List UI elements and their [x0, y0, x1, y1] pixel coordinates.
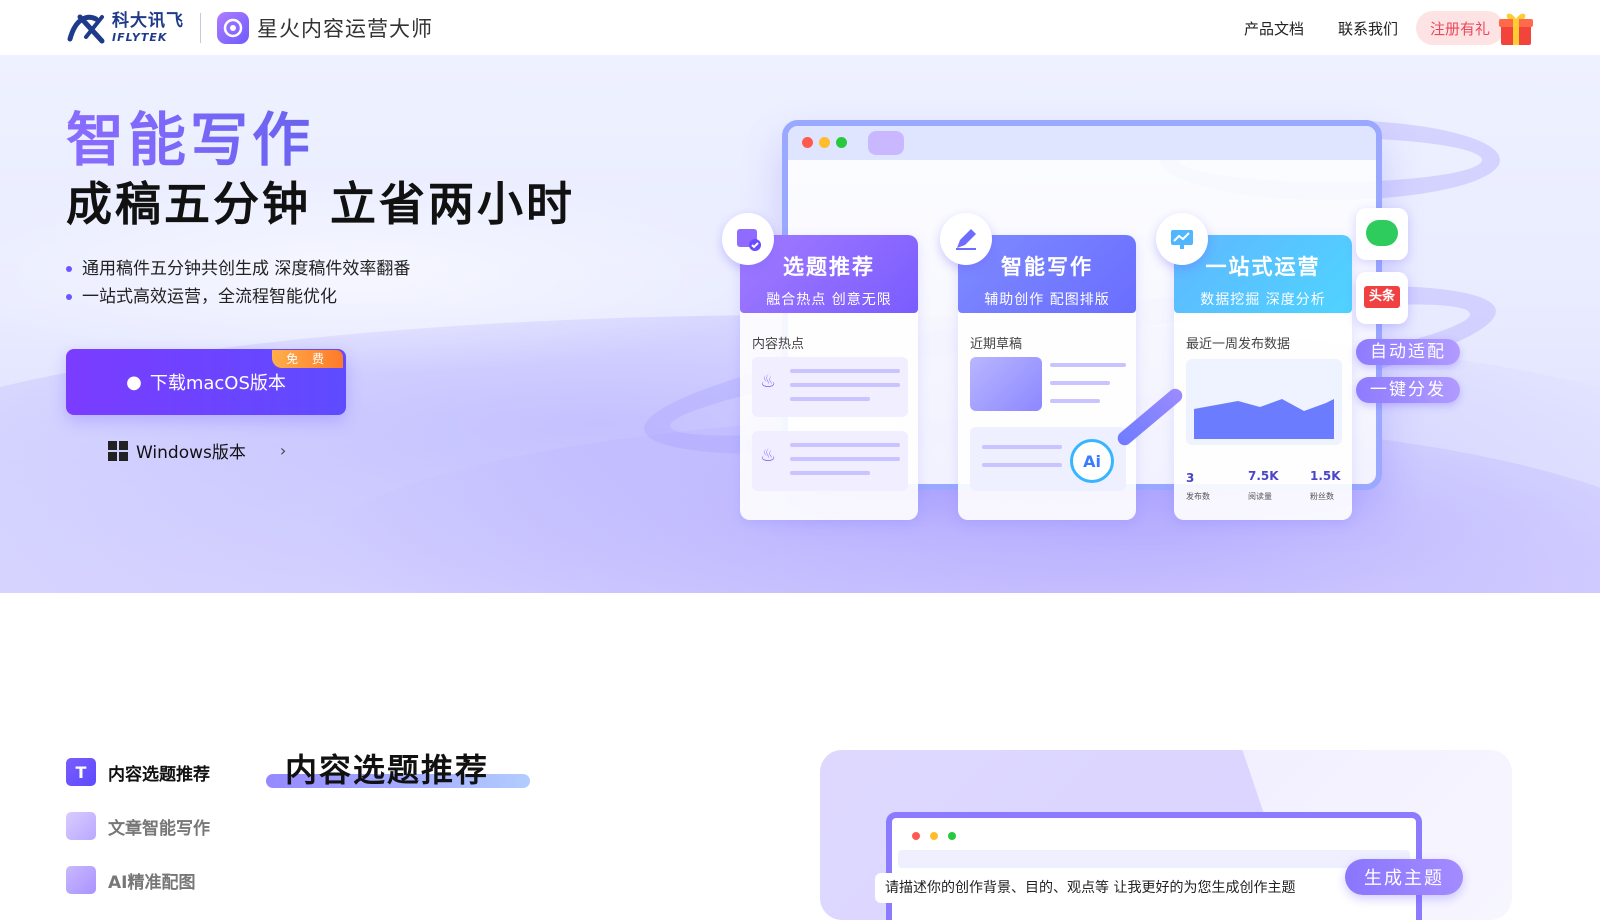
stat-value: 7.5K [1248, 469, 1279, 483]
download-macos-label: 下载macOS版本 [149, 373, 286, 394]
placeholder-line [982, 463, 1062, 467]
auto-adapt-chip: 自动适配 [1356, 339, 1460, 365]
card-desc: 辅助创作 配图排版 [984, 292, 1110, 308]
stat-value: 3 [1186, 471, 1195, 485]
image-placeholder-icon [970, 357, 1042, 411]
generate-topic-button[interactable]: 生成主题 [1345, 859, 1463, 895]
close-dot-icon [802, 137, 813, 148]
hero-illustration: 选题推荐 融合热点 创意无限 内容热点 ♨ ♨ 智能写作 辅助创作 配图排版 近… [635, 100, 1540, 540]
hero-subtitle: 成稿五分钟 立省两小时 [66, 177, 576, 231]
section-title: 内容选题推荐 [285, 751, 490, 789]
flame-icon: ♨ [760, 445, 777, 466]
one-click-publish-chip: 一键分发 [1356, 377, 1460, 403]
brand-name-cn: 科大讯飞 [112, 11, 184, 31]
brand-name-en: IFLYTEK [112, 31, 168, 44]
placeholder-line [790, 369, 900, 373]
nav-link-docs[interactable]: 产品文档 [1244, 18, 1304, 39]
placeholder-line [1050, 381, 1110, 385]
placeholder-line [982, 445, 1062, 449]
hero-banner: 智能写作 成稿五分钟 立省两小时 通用稿件五分钟共创生成 深度稿件效率翻番 一站… [0, 55, 1600, 593]
download-macos-button[interactable]: ● 下载macOS版本 免 费 [66, 349, 346, 415]
hero-bullet: 一站式高效运营，全流程智能优化 [66, 283, 410, 311]
nav-link-contact[interactable]: 联系我们 [1338, 18, 1398, 39]
placeholder-line [790, 471, 870, 475]
top-header: 科大讯飞 IFLYTEK 星火内容运营大师 产品文档 联系我们 注册有礼 [0, 0, 1600, 55]
free-badge: 免 费 [272, 350, 343, 368]
minimize-dot-icon [819, 137, 830, 148]
feature-tab-label: 内容选题推荐 [108, 764, 210, 785]
feature-tab-label: 文章智能写作 [108, 818, 210, 839]
placeholder-line [790, 457, 900, 461]
stat-label: 阅读量 [1248, 492, 1272, 501]
toutiao-label: 头条 [1364, 286, 1400, 308]
download-windows-link[interactable]: Windows版本 › [108, 438, 286, 463]
flame-icon: ♨ [760, 371, 777, 392]
placeholder-line [1050, 399, 1100, 403]
feature-tab-topics[interactable]: T 内容选题推荐 [66, 745, 210, 799]
hero-title: 智能写作 [66, 93, 314, 177]
apple-icon: ● [126, 371, 142, 393]
writing-icon [66, 812, 96, 840]
analytics-badge-icon [1156, 213, 1208, 265]
topic-prompt-input[interactable]: 请描述你的创作背景、目的、观点等 让我更好的为您生成创作主题 [875, 873, 1345, 903]
brand-text: 科大讯飞 IFLYTEK [112, 11, 184, 44]
chat-bubble-icon [223, 18, 243, 38]
hero-bullet: 通用稿件五分钟共创生成 深度稿件效率翻番 [66, 255, 410, 283]
card-label: 最近一周发布数据 [1186, 337, 1291, 352]
hero-bullet-list: 通用稿件五分钟共创生成 深度稿件效率翻番 一站式高效运营，全流程智能优化 [66, 255, 410, 311]
card-desc: 融合热点 创意无限 [766, 292, 892, 308]
demo-window-bar [898, 850, 1410, 868]
logo-divider [200, 13, 201, 43]
feature-tab-images[interactable]: AI精准配图 [66, 853, 210, 907]
feature-tab-writing[interactable]: 文章智能写作 [66, 799, 210, 853]
register-button[interactable]: 注册有礼 [1415, 11, 1504, 45]
placeholder-line [790, 383, 900, 387]
product-name: 星火内容运营大师 [257, 17, 433, 41]
chevron-right-icon: › [279, 441, 287, 460]
stat-label: 粉丝数 [1310, 492, 1334, 501]
product-logo-icon [217, 12, 249, 44]
stat-label: 发布数 [1186, 492, 1210, 501]
top-nav: 产品文档 联系我们 注册有礼 [1210, 10, 1504, 46]
topic-t-icon: T [66, 758, 96, 786]
home-icon [868, 131, 904, 155]
logo-area[interactable]: 科大讯飞 IFLYTEK 星火内容运营大师 [66, 10, 433, 46]
wechat-icon [1356, 208, 1408, 260]
feature-card-operations: 一站式运营 数据挖掘 深度分析 最近一周发布数据 3 7.5K 1.5K 发布数… [1156, 213, 1352, 520]
image-icon [66, 866, 96, 894]
demo-window [886, 812, 1422, 920]
area-chart-icon [1186, 359, 1342, 445]
stat-value: 1.5K [1310, 469, 1341, 483]
iflytek-logo-icon [67, 14, 105, 44]
gift-icon[interactable] [1496, 8, 1536, 48]
pen-badge-icon [940, 213, 992, 265]
feature-card-topics: 选题推荐 融合热点 创意无限 内容热点 ♨ ♨ [722, 213, 918, 520]
feature-card-writing: 智能写作 辅助创作 配图排版 近期草稿 Ai [940, 213, 1136, 520]
download-windows-label: Windows版本 [136, 443, 246, 463]
placeholder-line [1050, 363, 1126, 367]
maximize-dot-icon [836, 137, 847, 148]
card-label: 内容热点 [752, 337, 805, 352]
toutiao-icon: 头条 [1356, 272, 1408, 324]
placeholder-line [790, 443, 900, 447]
card-desc: 数据挖掘 深度分析 [1200, 292, 1326, 308]
window-titlebar [788, 126, 1376, 160]
feature-tab-list: T 内容选题推荐 文章智能写作 AI精准配图 [66, 745, 210, 907]
card-label: 近期草稿 [970, 337, 1023, 352]
windows-icon [108, 440, 128, 461]
ai-badge-icon: Ai [1070, 439, 1114, 483]
minimize-dot-icon [930, 832, 938, 840]
feature-tab-label: AI精准配图 [108, 872, 196, 893]
topic-badge-icon [722, 213, 774, 265]
close-dot-icon [912, 832, 920, 840]
placeholder-line [790, 397, 870, 401]
maximize-dot-icon [948, 832, 956, 840]
